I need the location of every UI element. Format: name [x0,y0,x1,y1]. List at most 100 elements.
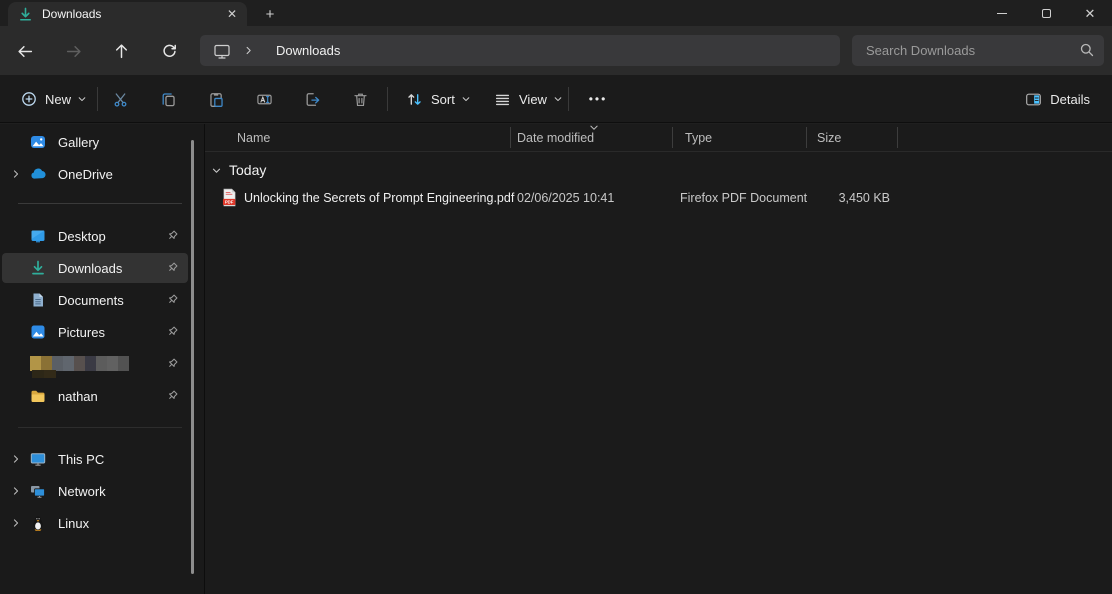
sidebar-item-network[interactable]: Network [2,476,188,506]
share-button[interactable] [294,82,330,116]
sidebar-item-gallery[interactable]: Gallery [2,127,188,157]
breadcrumb-current[interactable]: Downloads [276,43,340,58]
maximize-button[interactable] [1024,0,1068,26]
column-divider[interactable] [510,127,511,148]
redacted-label-blur [30,356,129,371]
back-button[interactable] [9,35,41,67]
file-row[interactable]: PDF Unlocking the Secrets of Prompt Engi… [205,185,1112,211]
gallery-icon [30,134,46,150]
new-tab-button[interactable]: + [259,4,281,24]
refresh-button[interactable] [153,35,185,67]
sidebar-item-label: OneDrive [58,167,113,182]
folder-icon [30,388,46,404]
address-bar[interactable]: Downloads [200,35,840,66]
sidebar-item-downloads[interactable]: Downloads [2,253,188,283]
sidebar-item-label: Downloads [58,261,122,276]
sort-button[interactable]: Sort [396,82,481,116]
group-label: Today [229,162,266,178]
tab-close-icon[interactable]: ✕ [223,5,241,23]
cut-button[interactable] [102,82,138,116]
copy-button[interactable] [150,82,186,116]
sidebar-item-this-pc[interactable]: This PC [2,444,188,474]
linux-icon [30,515,46,531]
arrow-right-icon [65,43,82,60]
paste-icon [208,91,225,108]
sidebar-item-label: This PC [58,452,104,467]
pictures-icon [30,324,46,340]
chevron-down-icon[interactable] [211,165,222,176]
arrow-up-icon [113,43,130,60]
pin-icon[interactable] [166,357,179,370]
file-date-modified: 02/06/2025 10:41 [517,191,614,205]
header-underline [205,151,1112,152]
column-header-name[interactable]: Name [237,131,270,145]
arrow-left-icon [17,43,34,60]
chevron-right-icon[interactable] [2,169,30,179]
details-pane-icon [1025,91,1042,108]
cut-icon [112,91,129,108]
sidebar-item-nathan[interactable]: nathan [2,381,188,411]
chevron-right-icon[interactable] [2,454,30,464]
sidebar-scrollbar[interactable] [191,140,194,574]
sidebar-item-label: Pictures [58,325,105,340]
chevron-down-icon [461,94,471,104]
rename-button[interactable] [246,82,282,116]
tab-downloads[interactable]: Downloads ✕ [8,2,247,26]
paste-button[interactable] [198,82,234,116]
search-bar [852,35,1104,66]
close-button[interactable]: ✕ [1068,0,1112,26]
view-list-icon [494,91,511,108]
pin-icon[interactable] [166,325,179,338]
up-button[interactable] [105,35,137,67]
column-header-size[interactable]: Size [817,131,841,145]
column-divider[interactable] [897,127,898,148]
column-header-type[interactable]: Type [685,131,712,145]
plus-circle-icon [21,91,37,107]
sidebar-item-label: Linux [58,516,89,531]
new-button-label: New [45,92,71,107]
sidebar-item-label: Desktop [58,229,106,244]
minimize-button[interactable] [980,0,1024,26]
refresh-icon [161,43,178,60]
share-icon [304,91,321,108]
close-icon: ✕ [1085,7,1096,20]
new-button[interactable]: New [10,82,98,116]
search-icon[interactable] [1079,42,1095,58]
command-toolbar: New [0,75,1112,123]
file-name: Unlocking the Secrets of Prompt Engineer… [244,191,514,205]
details-button-label: Details [1050,92,1090,107]
sidebar-item-onedrive[interactable]: OneDrive [2,159,188,189]
sidebar-item-desktop[interactable]: Desktop [2,221,188,251]
downloads-icon [30,260,46,276]
pin-icon[interactable] [166,293,179,306]
pin-icon[interactable] [166,229,179,242]
forward-button[interactable] [57,35,89,67]
chevron-right-icon[interactable] [2,486,30,496]
sidebar-item-redacted[interactable] [2,349,188,379]
more-options-button[interactable]: ••• [580,82,616,116]
sidebar-item-label: nathan [58,389,98,404]
column-header-date-modified[interactable]: Date modified [517,131,594,145]
delete-button[interactable] [342,82,378,116]
sidebar-item-label: Network [58,484,106,499]
this-pc-icon [30,451,46,467]
chevron-down-icon [77,94,87,104]
documents-icon [30,292,46,308]
pin-icon[interactable] [166,261,179,274]
rename-icon [256,91,273,108]
column-divider[interactable] [672,127,673,148]
downloads-icon [18,7,33,22]
search-input[interactable] [852,35,1104,66]
sidebar-item-documents[interactable]: Documents [2,285,188,315]
sidebar-item-label: Gallery [58,135,99,150]
onedrive-icon [30,166,46,182]
column-divider[interactable] [806,127,807,148]
details-button[interactable]: Details [1015,82,1100,116]
view-button[interactable]: View [484,82,573,116]
group-header-today[interactable]: Today [205,157,266,183]
chevron-right-icon[interactable] [2,518,30,528]
sidebar-item-linux[interactable]: Linux [2,508,188,538]
sidebar-item-pictures[interactable]: Pictures [2,317,188,347]
monitor-icon [213,42,231,60]
pin-icon[interactable] [166,389,179,402]
